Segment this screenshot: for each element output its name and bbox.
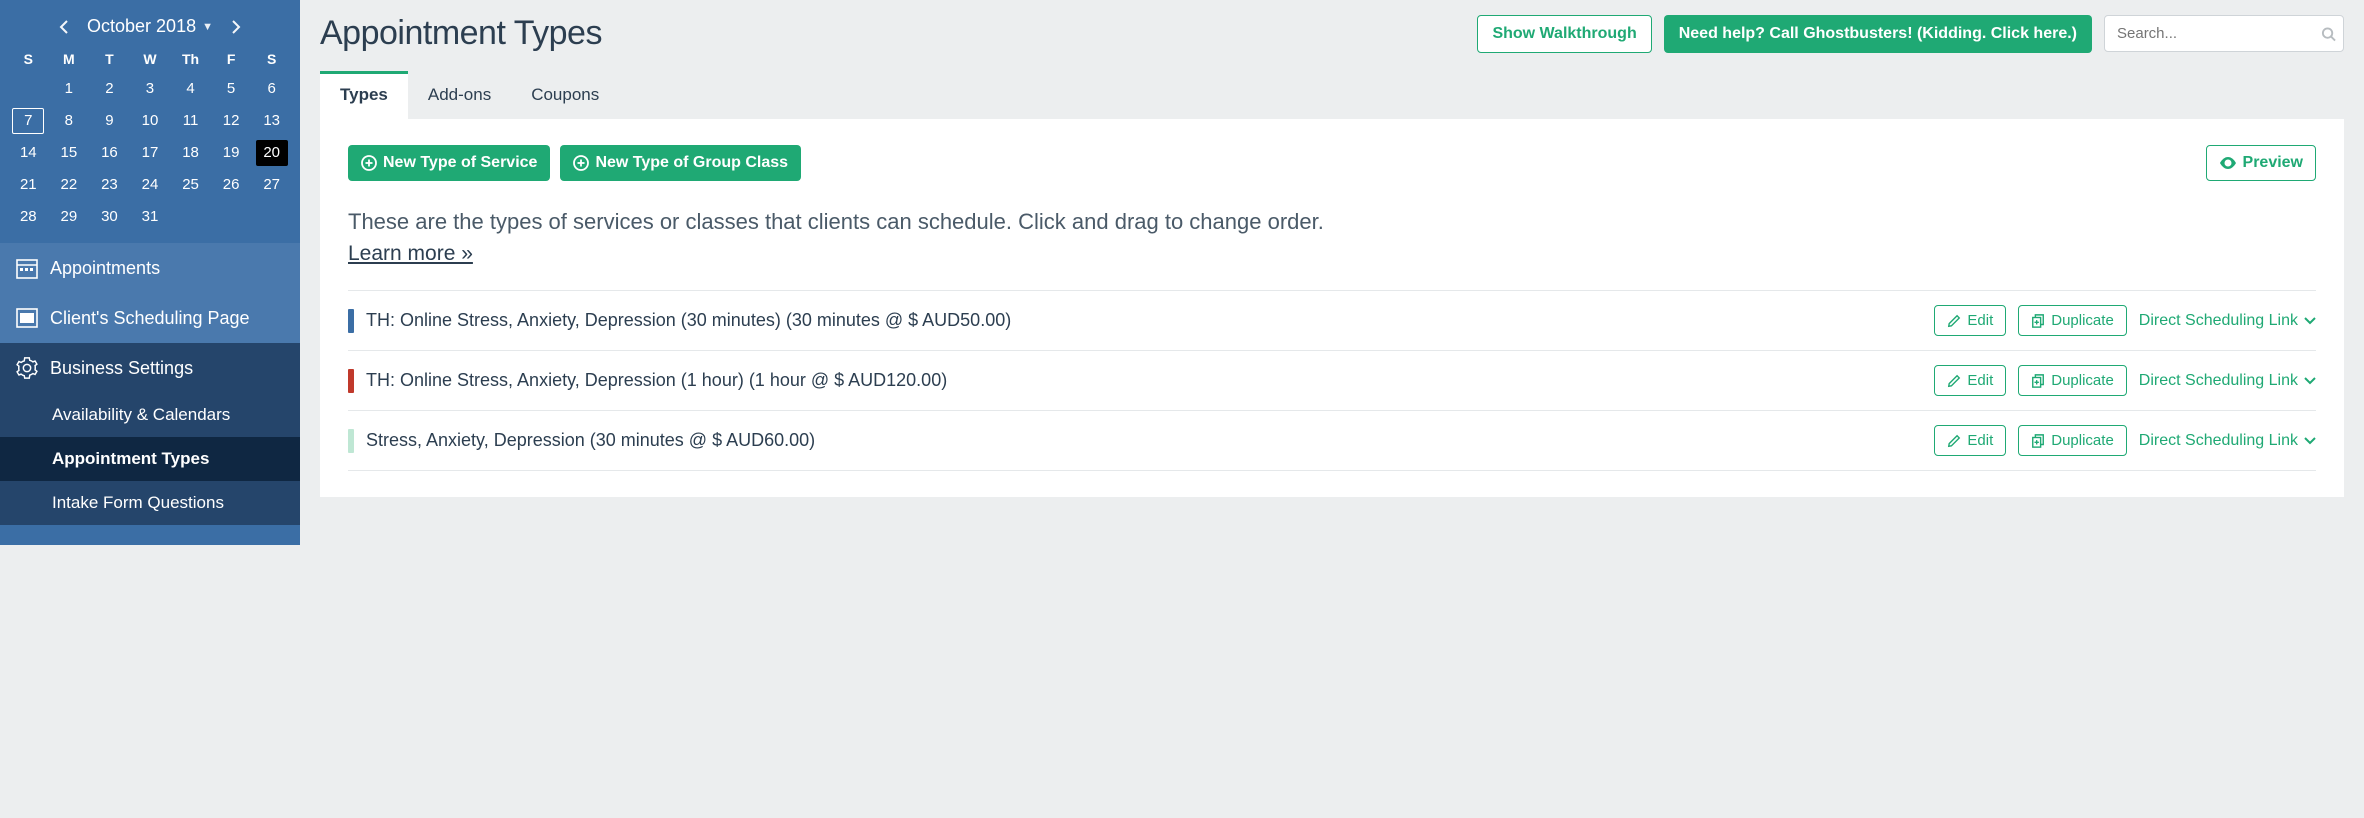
intro-text: These are the types of services or class… <box>348 205 2316 238</box>
appointment-type-row[interactable]: TH: Online Stress, Anxiety, Depression (… <box>348 290 2316 351</box>
cal-day[interactable]: 30 <box>93 204 125 230</box>
chevron-down-icon: ▼ <box>202 21 213 33</box>
cal-day[interactable]: 12 <box>215 108 247 134</box>
cal-day[interactable]: 4 <box>175 76 207 102</box>
new-group-class-button[interactable]: New Type of Group Class <box>560 145 801 181</box>
tab-addons[interactable]: Add-ons <box>408 71 511 119</box>
duplicate-button[interactable]: Duplicate <box>2018 425 2127 456</box>
direct-scheduling-link[interactable]: Direct Scheduling Link <box>2139 312 2316 330</box>
search-input[interactable] <box>2104 15 2344 52</box>
sidebar-item-intake-forms[interactable]: Intake Form Questions <box>0 481 300 525</box>
appointment-type-row[interactable]: TH: Online Stress, Anxiety, Depression (… <box>348 351 2316 411</box>
sidebar-item-availability[interactable]: Availability & Calendars <box>0 393 300 437</box>
cal-prev[interactable] <box>51 18 77 36</box>
cal-dow: Th <box>170 45 211 73</box>
cal-day[interactable]: 17 <box>134 140 166 166</box>
cal-dow: W <box>130 45 171 73</box>
cal-day[interactable]: 22 <box>53 172 85 198</box>
sidebar-item-appointments[interactable]: Appointments <box>0 243 300 293</box>
cal-next[interactable] <box>223 18 249 36</box>
pencil-icon <box>1947 374 1961 388</box>
eye-icon <box>2219 157 2237 169</box>
sidebar-item-appointment-types[interactable]: Appointment Types <box>0 437 300 481</box>
pencil-icon <box>1947 314 1961 328</box>
color-swatch <box>348 429 354 453</box>
chevron-down-icon <box>2304 377 2316 385</box>
cal-dow: M <box>49 45 90 73</box>
direct-scheduling-link[interactable]: Direct Scheduling Link <box>2139 372 2316 390</box>
plus-circle-icon <box>361 155 377 171</box>
cal-day[interactable]: 16 <box>93 140 125 166</box>
preview-button[interactable]: Preview <box>2206 145 2316 181</box>
gear-icon <box>16 357 38 379</box>
cal-day[interactable]: 13 <box>256 108 288 134</box>
chevron-down-icon <box>2304 317 2316 325</box>
edit-button[interactable]: Edit <box>1934 425 2006 456</box>
cal-day[interactable]: 29 <box>53 204 85 230</box>
calendar-grid: SMTWThFS 1234567891011121314151617181920… <box>8 45 292 233</box>
color-swatch <box>348 309 354 333</box>
sidebar-item-label: Client's Scheduling Page <box>50 308 250 329</box>
cal-dow: T <box>89 45 130 73</box>
sidebar-item-business-settings[interactable]: Business Settings <box>0 343 300 393</box>
cal-day[interactable]: 23 <box>93 172 125 198</box>
cal-day[interactable]: 3 <box>134 76 166 102</box>
sidebar-item-client-page[interactable]: Client's Scheduling Page <box>0 293 300 343</box>
cal-title-text: October 2018 <box>87 16 196 37</box>
help-button[interactable]: Need help? Call Ghostbusters! (Kidding. … <box>1664 15 2092 53</box>
cal-day[interactable]: 31 <box>134 204 166 230</box>
tab-types[interactable]: Types <box>320 71 408 119</box>
cal-day[interactable]: 1 <box>53 76 85 102</box>
cal-day[interactable]: 7 <box>12 108 44 134</box>
sidebar-item-label: Business Settings <box>50 358 193 379</box>
cal-day[interactable]: 8 <box>53 108 85 134</box>
show-walkthrough-button[interactable]: Show Walkthrough <box>1477 15 1651 53</box>
cal-day[interactable]: 6 <box>256 76 288 102</box>
cal-dow: F <box>211 45 252 73</box>
color-swatch <box>348 369 354 393</box>
cal-day[interactable]: 2 <box>93 76 125 102</box>
cal-day[interactable]: 10 <box>134 108 166 134</box>
tab-coupons[interactable]: Coupons <box>511 71 619 119</box>
cal-day[interactable]: 19 <box>215 140 247 166</box>
cal-day[interactable]: 27 <box>256 172 288 198</box>
cal-day[interactable]: 26 <box>215 172 247 198</box>
cal-dow: S <box>8 45 49 73</box>
sidebar-item-label: Appointments <box>50 258 160 279</box>
pencil-icon <box>1947 434 1961 448</box>
cal-day[interactable]: 9 <box>93 108 125 134</box>
new-service-button[interactable]: New Type of Service <box>348 145 550 181</box>
appointment-type-title: Stress, Anxiety, Depression (30 minutes … <box>366 430 1922 451</box>
cal-day[interactable]: 24 <box>134 172 166 198</box>
cal-day[interactable]: 11 <box>175 108 207 134</box>
cal-day[interactable]: 21 <box>12 172 44 198</box>
edit-button[interactable]: Edit <box>1934 365 2006 396</box>
cal-day[interactable]: 5 <box>215 76 247 102</box>
duplicate-button[interactable]: Duplicate <box>2018 365 2127 396</box>
duplicate-icon <box>2031 314 2045 328</box>
duplicate-icon <box>2031 434 2045 448</box>
cal-dow: S <box>251 45 292 73</box>
duplicate-icon <box>2031 374 2045 388</box>
cal-day[interactable]: 14 <box>12 140 44 166</box>
duplicate-button[interactable]: Duplicate <box>2018 305 2127 336</box>
cal-day[interactable]: 15 <box>53 140 85 166</box>
appointment-type-row[interactable]: Stress, Anxiety, Depression (30 minutes … <box>348 411 2316 471</box>
page-title: Appointment Types <box>320 14 602 53</box>
calendar-icon <box>16 257 38 279</box>
cal-month-select[interactable]: October 2018 ▼ <box>87 16 213 37</box>
chevron-down-icon <box>2304 437 2316 445</box>
direct-scheduling-link[interactable]: Direct Scheduling Link <box>2139 432 2316 450</box>
appointment-type-title: TH: Online Stress, Anxiety, Depression (… <box>366 310 1922 331</box>
learn-more-link[interactable]: Learn more » <box>348 242 473 266</box>
cal-day[interactable]: 25 <box>175 172 207 198</box>
cal-day[interactable]: 20 <box>256 140 288 166</box>
edit-button[interactable]: Edit <box>1934 305 2006 336</box>
cal-day[interactable]: 18 <box>175 140 207 166</box>
window-icon <box>16 307 38 329</box>
appointment-type-title: TH: Online Stress, Anxiety, Depression (… <box>366 370 1922 391</box>
cal-day[interactable]: 28 <box>12 204 44 230</box>
plus-circle-icon <box>573 155 589 171</box>
